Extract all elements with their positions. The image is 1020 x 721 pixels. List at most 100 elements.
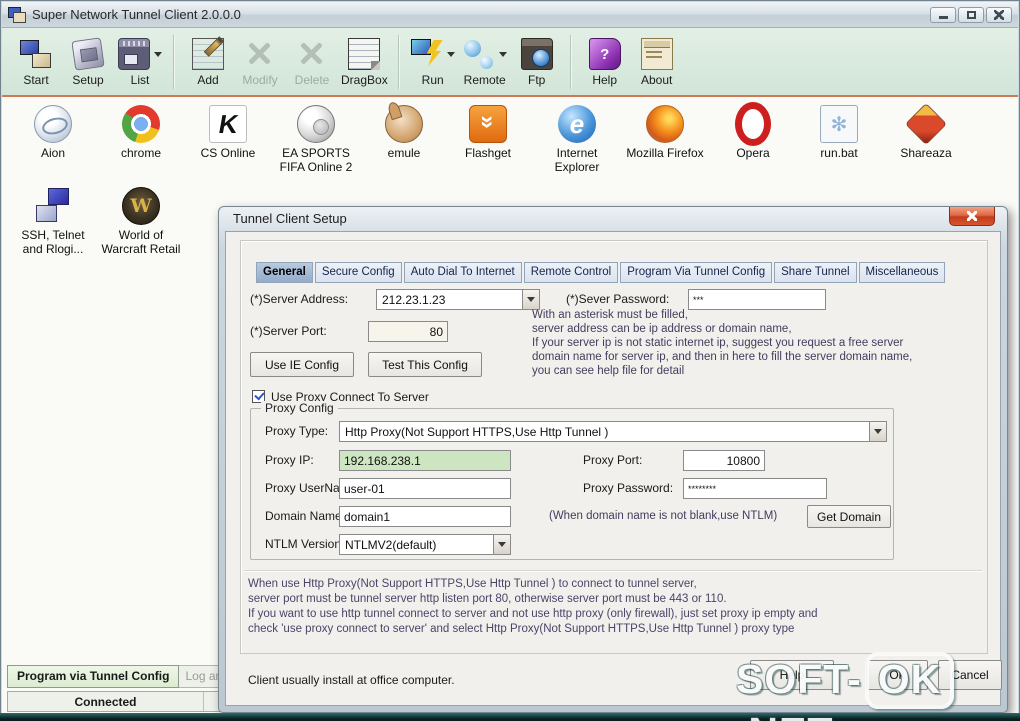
toolbar-ftp-button[interactable]: Ftp [511,35,563,88]
toolbar-add-button[interactable]: Add [182,35,234,88]
proxy-password-field[interactable] [683,478,827,499]
desktop-icon-fifa[interactable]: EA SPORTS FIFA Online 2 [272,105,360,174]
chevron-down-icon [498,542,506,551]
toolbar-setup-button[interactable]: Setup [62,35,114,88]
desktop-icon-label: Opera [736,146,770,160]
server-address-value: 212.23.1.23 [382,292,446,307]
toolbar-help-button[interactable]: ? Help [579,35,631,88]
warcraft-icon: W [122,187,160,225]
tab-program-via-tunnel[interactable]: Program Via Tunnel Config [620,262,773,283]
desktop-icon-label: Shareaza [900,146,952,160]
desktop-icon-cs-online[interactable]: K CS Online [184,105,272,160]
toolbar-run-button[interactable]: Run [407,35,459,88]
bottom-tabs: Program via Tunnel Config Log an [7,665,226,688]
tab-remote-control[interactable]: Remote Control [523,262,619,283]
batch-file-icon: ✻ [820,105,858,143]
server-password-field[interactable] [688,289,826,310]
desktop-icon-chrome[interactable]: chrome [97,105,185,160]
proxy-port-field[interactable] [683,450,765,471]
watermark-part1: SOFT- [736,656,862,702]
desktop-icon-opera[interactable]: Opera [709,105,797,160]
server-address-combobox[interactable]: 212.23.1.23 [376,289,540,310]
question-glyph: ? [600,45,610,63]
desktop-icon-firefox[interactable]: Mozilla Firefox [621,105,709,160]
tab-program-via-tunnel-config[interactable]: Program via Tunnel Config [7,665,180,688]
domain-name-field[interactable] [339,506,511,527]
toolbar-help-label: Help [592,73,618,87]
combo-dropdown-button[interactable] [869,422,886,441]
dropdown-arrow-icon[interactable] [498,51,507,61]
toolbar-separator [569,34,572,89]
use-ie-config-button[interactable]: Use IE Config [250,352,354,377]
desktop-icon-label: Mozilla Firefox [626,146,704,160]
main-titlebar[interactable]: Super Network Tunnel Client 2.0.0.0 [2,2,1018,28]
app-icon [8,6,26,23]
proxy-port-label: Proxy Port: [583,453,643,467]
desktop-icon-internet-explorer[interactable]: e Internet Explorer [533,105,621,174]
dropdown-arrow-icon[interactable] [154,51,162,61]
toolbar-remote-button[interactable]: Remote [459,35,511,88]
proxy-config-group: Proxy Config Proxy Type: Http Proxy(Not … [250,401,894,560]
desktop-icon-wow[interactable]: W World of Warcraft Retail [97,187,185,256]
main-toolbar: Start Setup List Add Modify Delete DragB… [2,28,1018,97]
ntlm-version-combobox[interactable]: NTLMV2(default) [339,534,511,555]
toolbar-setup-label: Setup [72,73,104,87]
server-port-field[interactable] [368,321,448,342]
minimize-icon [938,16,948,19]
hint-line: server address can be ip address or doma… [532,323,792,335]
combo-dropdown-button[interactable] [522,290,539,309]
tab-auto-dial[interactable]: Auto Dial To Internet [403,262,522,283]
test-this-config-button[interactable]: Test This Config [368,352,482,377]
desktop-icon-runbat[interactable]: ✻ run.bat [795,105,883,160]
toolbar-about-button[interactable]: About [631,35,683,88]
proxy-type-value: Http Proxy(Not Support HTTPS,Use Http Tu… [345,424,609,439]
server-port-label: (*)Server Port: [250,324,327,338]
tab-share-tunnel[interactable]: Share Tunnel [774,262,857,283]
connection-status: Connected [8,692,204,711]
tab-general[interactable]: General [256,262,313,283]
cs-online-icon: K [209,105,247,143]
proxy-type-combobox[interactable]: Http Proxy(Not Support HTTPS,Use Http Tu… [339,421,887,442]
firefox-icon [646,105,684,143]
proxy-ip-field[interactable] [339,450,511,471]
desktop-icon-label: emule [387,146,421,160]
close-icon [967,211,977,221]
dialog-client-area: General Secure Config Auto Dial To Inter… [225,231,1002,706]
cs-glyph: K [216,108,241,139]
toolbar-list-label: List [130,73,150,87]
get-domain-button[interactable]: Get Domain [807,505,891,528]
ntlm-version-label: NTLM Version: [265,537,345,551]
remote-icon [463,38,495,70]
desktop-icon-aion[interactable]: Aion [9,105,97,160]
proxy-username-field[interactable] [339,478,511,499]
toolbar-dragbox-button[interactable]: DragBox [338,35,391,88]
close-icon [994,9,1004,20]
desktop-icon-emule[interactable]: emule [360,105,448,160]
toolbar-separator [173,34,175,89]
note-line: check 'use proxy connect to server' and … [248,623,795,635]
dropdown-arrow-icon[interactable] [446,51,455,61]
minimize-button[interactable] [930,6,956,23]
combo-dropdown-button[interactable] [493,535,510,554]
desktop-icon-label: run.bat [820,146,858,160]
window-controls [930,6,1012,23]
tab-secure-config[interactable]: Secure Config [314,262,402,283]
desktop-icon-ssh[interactable]: SSH, Telnet and Rlogi... [9,187,97,256]
toolbar-delete-button[interactable]: Delete [286,35,338,88]
toolbar-start-button[interactable]: Start [10,35,62,88]
about-icon [640,38,673,70]
toolbar-ftp-label: Ftp [528,73,546,87]
tab-miscellaneous[interactable]: Miscellaneous [858,262,946,283]
dialog-close-button[interactable] [949,207,995,226]
desktop-icon-flashget[interactable]: » Flashget [444,105,532,160]
maximize-button[interactable] [958,6,984,23]
toolbar-start-label: Start [23,73,49,87]
toolbar-separator [397,34,400,89]
add-icon [192,38,224,70]
close-button[interactable] [986,6,1012,23]
toolbar-modify-button[interactable]: Modify [234,35,286,88]
toolbar-list-button[interactable]: List [114,35,166,88]
toolbar-delete-label: Delete [294,73,330,87]
soccer-ball-icon [297,105,335,143]
desktop-icon-shareaza[interactable]: Shareaza [882,103,970,160]
